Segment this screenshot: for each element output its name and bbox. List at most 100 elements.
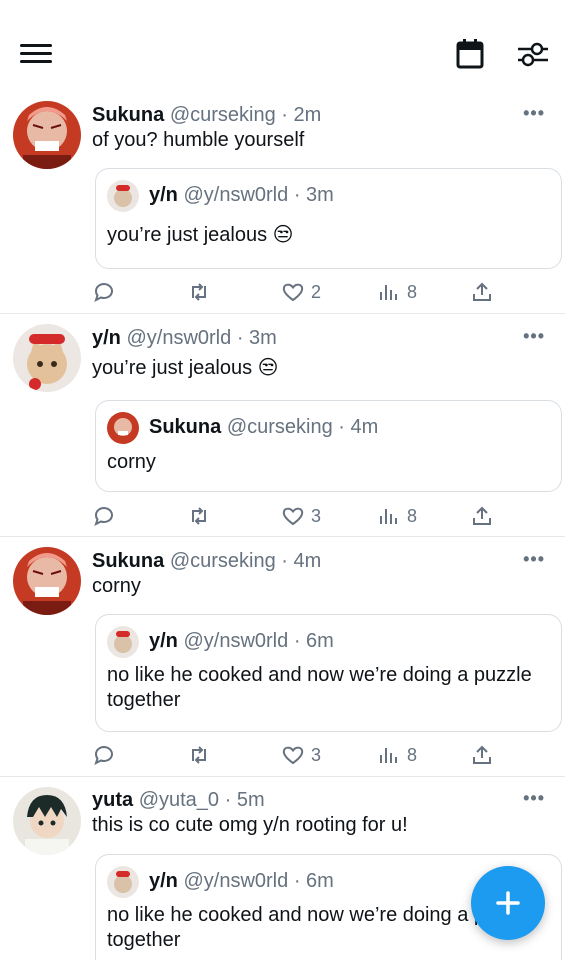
separator: · (293, 870, 301, 892)
timestamp[interactable]: 5m (237, 789, 265, 811)
avatar-sukuna (107, 412, 139, 444)
avatar-yn (107, 866, 139, 898)
timestamp: 4m (350, 416, 379, 438)
quoted-tweet[interactable]: y/n @y/nsw0rld · 6m no like he cooked an… (95, 614, 562, 732)
display-name: y/n (149, 630, 178, 652)
tweet-header: yuta @yuta_0 · 5m (92, 788, 265, 812)
tweet[interactable]: y/n @y/nsw0rld · 3m ••• you’re just jeal… (0, 314, 565, 537)
share-icon[interactable] (470, 501, 494, 531)
heart-icon (282, 507, 304, 526)
quoted-tweet-header: y/n @y/nsw0rld · 3m (149, 183, 334, 207)
sliders-icon[interactable] (516, 38, 550, 70)
username: @y/nsw0rld (183, 630, 289, 652)
views-button[interactable]: 8 (377, 277, 417, 307)
like-count: 3 (311, 505, 322, 526)
views-button[interactable]: 8 (377, 501, 417, 531)
view-count: 8 (407, 744, 418, 765)
view-count: 8 (407, 281, 418, 302)
retweet-icon[interactable] (187, 501, 211, 531)
hamburger-menu-icon[interactable] (20, 42, 54, 66)
quoted-tweet-text: no like he cooked and now we’re doing a … (107, 664, 532, 711)
like-count: 2 (311, 281, 322, 302)
tweet-header: Sukuna @curseking · 4m (92, 549, 321, 573)
display-name[interactable]: yuta (92, 789, 133, 811)
share-icon[interactable] (470, 740, 494, 770)
like-button[interactable]: 3 (281, 501, 321, 531)
username[interactable]: @yuta_0 (139, 789, 219, 811)
separator: · (293, 184, 301, 206)
quoted-tweet[interactable]: Sukuna @curseking · 4m corny (95, 400, 562, 492)
top-bar (0, 0, 565, 95)
like-button[interactable]: 3 (281, 740, 321, 770)
retweet-icon[interactable] (187, 277, 211, 307)
views-icon (380, 509, 397, 524)
more-options-icon[interactable]: ••• (523, 788, 545, 809)
compose-plus-icon (496, 891, 520, 915)
reply-icon[interactable] (92, 740, 116, 770)
display-name[interactable]: Sukuna (92, 550, 164, 572)
more-options-icon[interactable]: ••• (523, 326, 545, 347)
calendar-icon[interactable] (455, 38, 485, 70)
avatar-sukuna[interactable] (13, 101, 81, 169)
heart-icon (282, 283, 304, 302)
separator: · (281, 550, 288, 572)
username: @curseking (226, 416, 333, 438)
compose-button[interactable] (471, 866, 545, 940)
avatar-yn (107, 180, 139, 212)
reply-icon[interactable] (92, 501, 116, 531)
views-icon (380, 748, 397, 763)
quoted-tweet-text: you’re just jealous 😒 (107, 224, 294, 246)
share-icon[interactable] (470, 277, 494, 307)
heart-icon (282, 746, 304, 765)
timestamp: 6m (306, 630, 334, 652)
tweet-text: you’re just jealous 😒 (92, 357, 279, 379)
username[interactable]: @curseking (170, 550, 276, 572)
tweet-header: y/n @y/nsw0rld · 3m (92, 326, 277, 350)
username: @y/nsw0rld (183, 870, 289, 892)
avatar-yn[interactable] (13, 324, 81, 392)
more-options-icon[interactable]: ••• (523, 103, 545, 124)
username: @y/nsw0rld (183, 184, 289, 206)
avatar-sukuna[interactable] (13, 547, 81, 615)
display-name: Sukuna (149, 416, 222, 438)
like-count: 3 (311, 744, 322, 765)
timestamp[interactable]: 4m (294, 550, 322, 572)
quoted-tweet-header: Sukuna @curseking · 4m (149, 415, 378, 439)
separator: · (338, 416, 345, 438)
avatar-yn (107, 626, 139, 658)
separator: · (293, 630, 301, 652)
timestamp[interactable]: 3m (249, 327, 277, 349)
tweet-text: of you? humble yourself (92, 129, 305, 151)
tweet-header: Sukuna @curseking · 2m (92, 103, 321, 127)
timestamp[interactable]: 2m (294, 104, 322, 126)
display-name[interactable]: y/n (92, 327, 121, 349)
username[interactable]: @curseking (170, 104, 276, 126)
separator: · (224, 789, 232, 811)
tweet-actions: 3 8 (0, 501, 565, 531)
views-button[interactable]: 8 (377, 740, 417, 770)
tweet-actions: 3 8 (0, 740, 565, 770)
quoted-tweet-header: y/n @y/nsw0rld · 6m (149, 629, 334, 653)
timestamp: 6m (306, 870, 334, 892)
tweet-text: this is co cute omg y/n rooting for u! (92, 814, 408, 836)
tweet[interactable]: Sukuna @curseking · 4m ••• corny y/n @y/… (0, 537, 565, 777)
timestamp: 3m (306, 184, 334, 206)
display-name: y/n (149, 870, 178, 892)
separator: · (236, 327, 244, 349)
tweet-text: corny (92, 575, 141, 597)
more-options-icon[interactable]: ••• (523, 549, 545, 570)
retweet-icon[interactable] (187, 740, 211, 770)
avatar-yuta[interactable] (13, 787, 81, 855)
tweet[interactable]: Sukuna @curseking · 2m ••• of you? humbl… (0, 95, 565, 314)
reply-icon[interactable] (92, 277, 116, 307)
username[interactable]: @y/nsw0rld (126, 327, 231, 349)
views-icon (380, 285, 397, 300)
quoted-tweet-text: corny (107, 451, 156, 473)
display-name[interactable]: Sukuna (92, 104, 164, 126)
quoted-tweet-header: y/n @y/nsw0rld · 6m (149, 869, 334, 893)
separator: · (281, 104, 288, 126)
view-count: 8 (407, 505, 418, 526)
display-name: y/n (149, 184, 178, 206)
like-button[interactable]: 2 (281, 277, 321, 307)
quoted-tweet[interactable]: y/n @y/nsw0rld · 3m you’re just jealous … (95, 168, 562, 269)
